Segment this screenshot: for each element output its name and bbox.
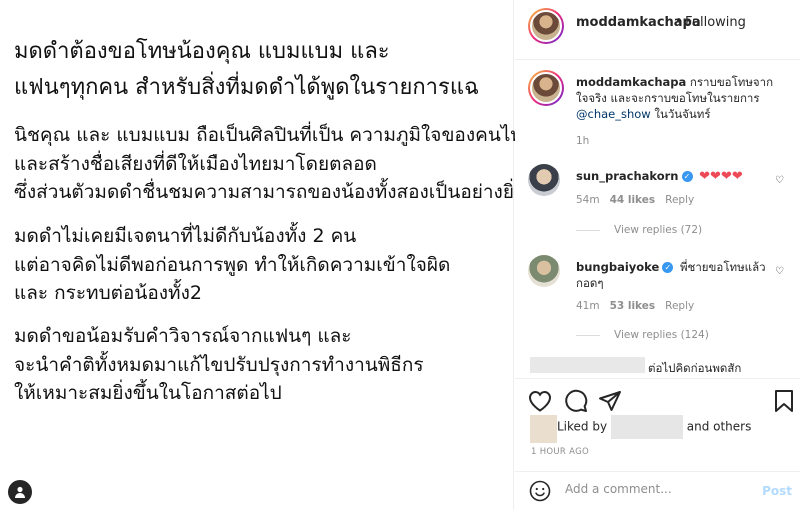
post-text-line: มดดำต้องขอโทษน้องคุณ แบมแบม และ — [14, 39, 390, 64]
caption-mention[interactable]: @chae_show — [576, 107, 651, 121]
caption-username[interactable]: moddamkachapa — [576, 75, 686, 89]
tagged-user-icon[interactable] — [8, 480, 32, 504]
comment-icon[interactable] — [563, 388, 589, 414]
post-text-line: และ กระทบต่อน้องทั้ง2 — [14, 282, 202, 304]
following-button[interactable]: Following — [685, 15, 746, 30]
comment-body: ต่อไปคิดก่อนพดสัก — [648, 361, 742, 375]
post-text-paragraph-2: นิชคุณ และ แบมแบม ถือเป็นศิลปินที่เป็น ค… — [14, 121, 534, 207]
post-text-line: ซึ่งส่วนตัวมดดำชื่นชมความสามารถของน้องทั… — [14, 181, 524, 203]
post-text-paragraph-4: มดดำขอน้อมรับคำวิจารณ์จากแฟนๆ และ จะนำคำ… — [14, 322, 424, 408]
comment-avatar[interactable] — [528, 255, 560, 287]
reply-button[interactable]: Reply — [665, 194, 694, 206]
comment-likes[interactable]: 53 likes — [610, 300, 656, 312]
post-text-line: แต่อาจคิดไม่ดีพอก่อนการพูด ทำให้เกิดความ… — [14, 253, 451, 276]
comment-likes[interactable]: 44 likes — [610, 194, 656, 206]
comment-username[interactable]: bungbaiyoke — [576, 260, 659, 274]
liked-by-prefix: Liked by — [557, 419, 608, 434]
author-avatar[interactable] — [528, 8, 564, 44]
comment-time: 41m — [576, 300, 600, 312]
divider — [576, 229, 600, 231]
post-text-paragraph-1: มดดำต้องขอโทษน้องคุณ แบมแบม และ แฟนๆทุกค… — [14, 34, 479, 106]
view-replies-label: View replies (72) — [614, 224, 703, 236]
comment-time: 54m — [576, 194, 600, 206]
post-timestamp[interactable]: 1 HOUR AGO — [531, 447, 589, 457]
post-text-line: นิชคุณ และ แบมแบม ถือเป็นศิลปินที่เป็น ค… — [14, 124, 535, 146]
post-image: มดดำต้องขอโทษน้องคุณ แบมแบม และ แฟนๆทุกค… — [0, 0, 534, 510]
post-side-panel: moddamkachapa • Following moddamkachapa … — [515, 0, 800, 510]
post-actions: Liked by and others 1 HOUR AGO — [515, 378, 800, 478]
caption-avatar[interactable] — [528, 70, 564, 106]
view-replies-label: View replies (124) — [614, 329, 709, 341]
comment-text: bungbaiyoke ✓ พี่ชายขอโทษแล้ว กอดๆ — [576, 259, 771, 291]
save-bookmark-icon[interactable] — [771, 388, 797, 414]
comment-meta: 54m 44 likes Reply — [576, 194, 704, 206]
header-separator: • — [675, 14, 683, 29]
comment-username[interactable]: sun_prachakorn — [576, 169, 679, 183]
add-comment-bar: Post — [515, 471, 800, 510]
liked-by-suffix: and others — [686, 419, 752, 434]
post-text-line: ให้เหมาะสมยิ่งขึ้นในโอกาสต่อไป — [14, 382, 282, 404]
verified-badge-icon: ✓ — [681, 171, 693, 182]
caption-time: 1h — [576, 135, 590, 147]
post-header: moddamkachapa • Following — [515, 0, 800, 60]
liked-by-avatar[interactable] — [530, 415, 557, 443]
like-heart-icon[interactable] — [527, 388, 553, 414]
emoji-icon[interactable] — [527, 478, 553, 504]
comment-meta: 41m 53 likes Reply — [576, 300, 704, 312]
add-comment-input[interactable] — [565, 482, 755, 496]
view-replies-button[interactable]: View replies (124) — [576, 329, 709, 341]
like-comment-heart-icon[interactable]: ♡ — [775, 266, 784, 277]
post-text-line: จะนำคำติทั้งหมดมาแก้ไขปรับปรุงการทำงานพิ… — [14, 353, 424, 376]
view-replies-button[interactable]: View replies (72) — [576, 224, 702, 236]
comment-text: sun_prachakorn ✓ ❤❤❤❤ — [576, 168, 766, 185]
post-text-line: มดดำไม่เคยมีเจตนาที่ไม่ดีกับน้องทั้ง 2 ค… — [14, 225, 357, 247]
post-text-line: มดดำขอน้อมรับคำวิจารณ์จากแฟนๆ และ — [14, 325, 352, 347]
obscured-liker — [610, 415, 683, 439]
post-text-paragraph-3: มดดำไม่เคยมีเจตนาที่ไม่ดีกับน้องทั้ง 2 ค… — [14, 222, 450, 308]
obscured-username — [530, 357, 645, 373]
liked-by-row[interactable]: Liked by and others — [557, 415, 751, 439]
caption-body-end: ในวันจันทร์ — [654, 107, 711, 121]
comment-body: ❤❤❤❤ — [699, 169, 743, 184]
like-comment-heart-icon[interactable]: ♡ — [775, 175, 784, 186]
comment-avatar[interactable] — [528, 164, 560, 196]
share-icon[interactable] — [597, 388, 623, 414]
post-text-line: แฟนๆทุกคน สำหรับสิ่งที่มดดำได้พูดในรายกา… — [14, 75, 479, 100]
verified-badge-icon: ✓ — [662, 262, 674, 273]
caption-text: moddamkachapa กราบขอโทษจากใจจริง และจะกร… — [576, 74, 781, 122]
post-comment-button[interactable]: Post — [762, 484, 792, 498]
divider — [576, 334, 600, 336]
comments-list[interactable]: moddamkachapa กราบขอโทษจากใจจริง และจะกร… — [515, 60, 800, 378]
reply-button[interactable]: Reply — [665, 300, 694, 312]
post-text-line: และสร้างชื่อเสียงที่ดีให้เมืองไทยมาโดยตล… — [14, 152, 377, 175]
